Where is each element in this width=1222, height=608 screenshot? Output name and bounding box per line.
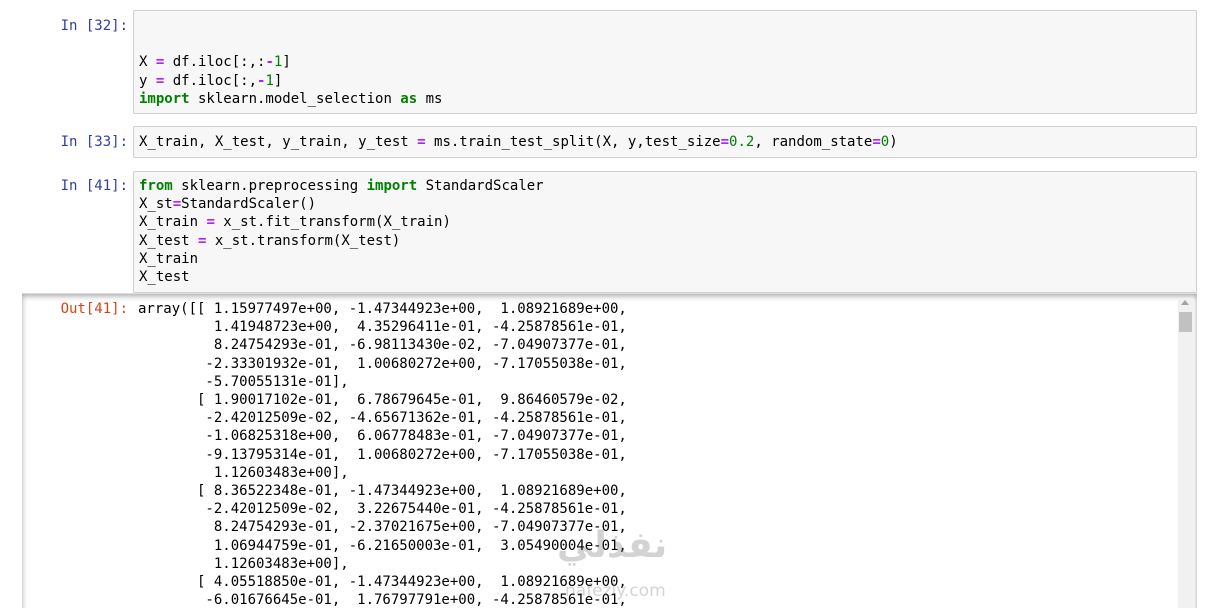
code-line: X_test: [139, 269, 190, 285]
output-line: -5.70055131e-01],: [138, 373, 349, 390]
code-token: =: [206, 214, 215, 231]
output-line: array([[ 1.15977497e+00, -1.47344923e+00…: [138, 301, 627, 317]
output-line: [ 1.90017102e-01, 6.78679645e-01, 9.8646…: [138, 392, 627, 409]
code-line: X_train, X_test, y_train, y_test = ms.tr…: [139, 134, 898, 150]
output-line: [ 8.36522348e-01, -1.47344923e+00, 1.089…: [138, 483, 627, 500]
output-scrollbar[interactable]: [1178, 298, 1193, 608]
code-token: import: [366, 178, 418, 194]
code-token: -: [265, 54, 274, 71]
output-prompt: Out[41]:: [60, 301, 128, 317]
code-token: df.iloc[:,: [164, 72, 258, 89]
code-editor[interactable]: X = df.iloc[:,:-1] y = df.iloc[:,-1] imp…: [134, 11, 1196, 108]
output-line: -1.06825318e+00, 6.06778483e-01, -7.0490…: [138, 428, 627, 445]
output-line: 1.12603483e+00],: [138, 464, 349, 481]
code-token: import: [139, 90, 190, 107]
code-line: y = df.iloc[:,-1]: [139, 73, 282, 89]
output-array-text: array([[ 1.15977497e+00, -1.47344923e+00…: [138, 300, 627, 608]
code-token: y: [139, 72, 156, 89]
output-line: -2.42012509e-02, 3.22675440e-01, -4.2587…: [138, 501, 627, 518]
code-token: X_test: [139, 269, 190, 286]
output-line: 1.12603483e+00],: [138, 555, 349, 572]
notebook: In [32]: X = df.iloc[:,:-1] y = df.iloc[…: [0, 0, 1222, 608]
code-token: X_test: [139, 232, 199, 249]
output-line: 8.24754293e-01, -6.98113430e-02, -7.0490…: [138, 337, 627, 354]
code-token: ]: [273, 72, 283, 89]
output-line: -9.13795314e-01, 1.00680272e+00, -7.1705…: [138, 446, 627, 463]
code-token: 1: [265, 72, 274, 89]
code-line: import sklearn.model_selection as ms: [139, 91, 442, 107]
code-input-area[interactable]: X_train, X_test, y_train, y_test = ms.tr…: [133, 126, 1197, 158]
output-line: -6.01676645e-01, 1.76797791e+00, -4.2587…: [138, 592, 627, 608]
code-line: from sklearn.preprocessing import Standa…: [139, 178, 544, 194]
code-token: X_train: [139, 250, 199, 267]
code-editor[interactable]: from sklearn.preprocessing import Standa…: [134, 172, 1196, 286]
input-prompt: In [33]:: [60, 134, 128, 150]
code-line: X_train = x_st.fit_transform(X_train): [139, 214, 451, 230]
code-token: X_train: [139, 214, 207, 231]
scroll-thumb[interactable]: [1179, 312, 1192, 332]
output-line: -2.42012509e-02, -4.65671362e-01, -4.258…: [138, 410, 627, 427]
code-token: sklearn.preprocessing: [172, 178, 367, 194]
scroll-up-arrow-icon[interactable]: [1181, 300, 1189, 305]
code-token: sklearn.model_selection: [189, 90, 401, 107]
code-token: X_train, X_test, y_train, y_test: [139, 134, 418, 150]
code-token: from: [139, 178, 173, 194]
code-token: 0.2: [729, 134, 755, 150]
code-token: =: [172, 196, 182, 213]
output-line: -2.33301932e-01, 1.00680272e+00, -7.1705…: [138, 355, 627, 372]
code-token: x_st.transform(X_test): [206, 232, 401, 249]
input-prompt: In [32]:: [60, 18, 128, 34]
code-line: X_train: [139, 251, 198, 267]
code-token: as: [400, 90, 418, 107]
code-line: X = df.iloc[:,:-1]: [139, 54, 291, 70]
code-token: X: [139, 54, 156, 71]
code-token: ]: [282, 54, 291, 71]
code-token: ): [889, 134, 898, 150]
code-token: ms.train_test_split(X, y,test_size: [425, 134, 721, 150]
code-token: =: [720, 134, 730, 150]
code-editor[interactable]: X_train, X_test, y_train, y_test = ms.tr…: [134, 127, 1196, 151]
output-line: 1.06944759e-01, -6.21650003e-01, 3.05490…: [138, 537, 627, 554]
code-token: X_st: [139, 196, 173, 213]
output-line: 1.41948723e+00, 4.35296411e-01, -4.25878…: [138, 319, 627, 336]
code-token: 0: [880, 134, 890, 150]
code-token: ms: [417, 90, 443, 107]
code-token: df.iloc[:,:: [164, 54, 266, 71]
output-line: [ 4.05518850e-01, -1.47344923e+00, 1.089…: [138, 574, 627, 591]
output-area[interactable]: Out[41]: array([[ 1.15977497e+00, -1.473…: [22, 293, 1197, 608]
code-token: =: [872, 134, 881, 150]
code-token: =: [417, 134, 426, 150]
code-token: , random_state: [754, 134, 873, 150]
code-token: StandardScaler(): [181, 196, 317, 213]
code-token: StandardScaler: [417, 178, 544, 194]
code-input-area[interactable]: X = df.iloc[:,:-1] y = df.iloc[:,-1] imp…: [133, 10, 1197, 114]
code-line: X_test = x_st.transform(X_test): [139, 233, 400, 249]
code-line: X_st=StandardScaler(): [139, 196, 316, 212]
code-input-area[interactable]: from sklearn.preprocessing import Standa…: [133, 171, 1197, 293]
output-line: 8.24754293e-01, -2.37021675e+00, -7.0490…: [138, 519, 627, 536]
input-prompt: In [41]:: [60, 178, 128, 194]
code-token: x_st.fit_transform(X_train): [214, 214, 451, 231]
